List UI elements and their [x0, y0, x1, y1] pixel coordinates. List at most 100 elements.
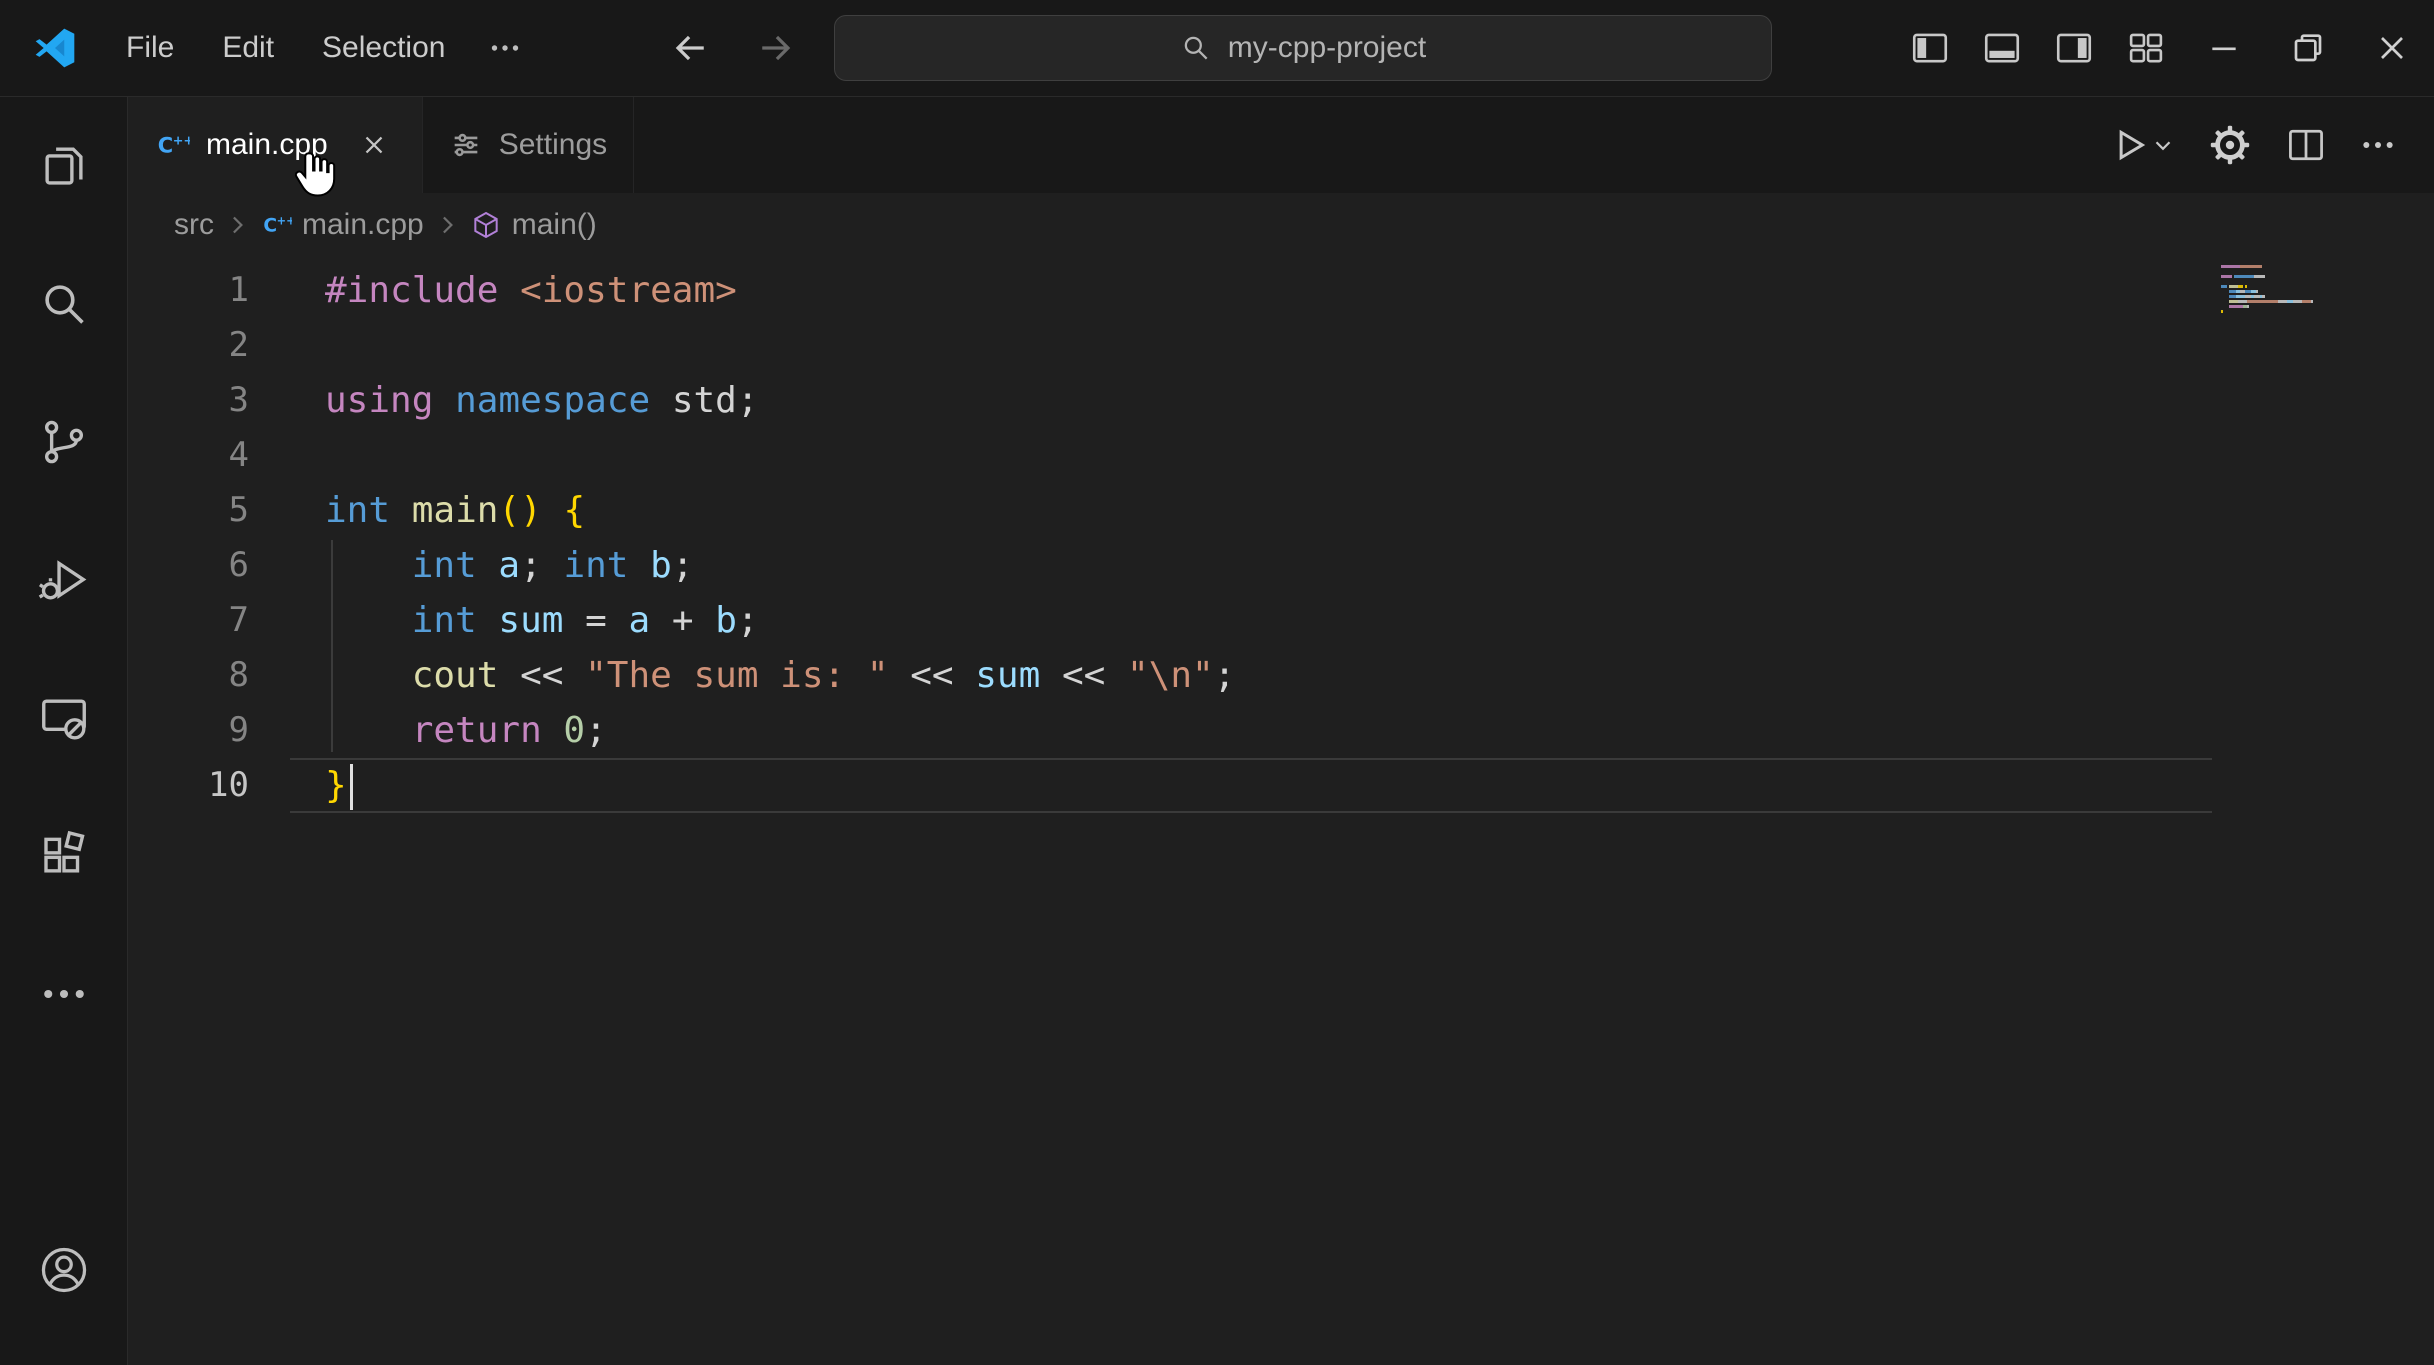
line-number[interactable]: 3: [128, 373, 249, 428]
titlebar-right-controls: [1894, 0, 2434, 96]
line-number[interactable]: 10: [128, 758, 249, 813]
forward-button[interactable]: [746, 18, 806, 78]
code-text: int sum = a + b;: [411, 600, 759, 641]
line-number[interactable]: 2: [128, 318, 249, 373]
breadcrumb-main-cpp[interactable]: C ++ main.cpp: [260, 208, 424, 242]
minimap-line: [2221, 270, 2313, 273]
line-number[interactable]: 9: [128, 703, 249, 758]
search-icon: [37, 277, 91, 331]
activity-extensions-button[interactable]: [0, 787, 127, 925]
code-line[interactable]: 9 return 0;: [128, 703, 2434, 758]
activity-more-button[interactable]: [0, 925, 127, 1063]
code-area[interactable]: 1 #include <iostream> 2 3 using namespace st…: [128, 257, 2434, 1365]
line-number[interactable]: 8: [128, 648, 249, 703]
line-number[interactable]: 1: [128, 263, 249, 318]
breadcrumb-label: main.cpp: [302, 208, 424, 241]
activity-explorer-button[interactable]: [0, 97, 127, 235]
minimize-button[interactable]: [2182, 0, 2266, 96]
line-number[interactable]: 5: [128, 483, 249, 538]
svg-text:C: C: [263, 216, 277, 237]
breadcrumb-label: src: [174, 208, 214, 241]
editor-actions: [2098, 97, 2408, 193]
account-icon: [36, 1242, 92, 1298]
close-icon: [359, 130, 389, 160]
toggle-primary-sidebar-button[interactable]: [1894, 12, 1966, 84]
layout-panel-icon: [1981, 27, 2023, 69]
chevron-right-icon: [432, 210, 462, 240]
vscode-logo-icon: [34, 27, 76, 69]
split-editor-icon: [2284, 123, 2328, 167]
line-number[interactable]: 6: [128, 538, 249, 593]
tab-bar: C ++ main.cpp: [128, 97, 2434, 193]
svg-text:++: ++: [277, 213, 292, 227]
account-button[interactable]: [0, 1201, 127, 1339]
line-number[interactable]: 4: [128, 428, 249, 483]
code-line[interactable]: 3 using namespace std;: [128, 373, 2434, 428]
files-icon: [37, 139, 91, 193]
ellipsis-icon: [37, 967, 91, 1021]
customize-layout-button[interactable]: [2110, 12, 2182, 84]
activity-bar: [0, 97, 128, 1365]
minimap-line: [2221, 305, 2313, 308]
menu-edit[interactable]: Edit: [198, 23, 298, 73]
code-line[interactable]: 10}: [128, 758, 2434, 813]
run-button[interactable]: [2098, 113, 2186, 177]
tab-close-button[interactable]: [352, 123, 396, 167]
titlebar: File Edit Selection my-cpp-project: [0, 0, 2434, 97]
layout-sidebar-left-icon: [1909, 27, 1951, 69]
code-line[interactable]: 8 cout << "The sum is: " << sum << "\n";: [128, 648, 2434, 703]
code-line[interactable]: 5 int main() {: [128, 483, 2434, 538]
command-center-search[interactable]: my-cpp-project: [834, 15, 1772, 81]
chevron-down-icon: [2150, 132, 2176, 158]
activity-run-debug-button[interactable]: [0, 511, 127, 649]
menu-file[interactable]: File: [102, 23, 198, 73]
cpp-file-icon: C ++: [260, 209, 292, 241]
menu-selection[interactable]: Selection: [298, 23, 469, 73]
cpp-file-icon: C ++: [154, 127, 190, 163]
search-icon: [1180, 32, 1212, 64]
minimap-line: [2221, 295, 2313, 298]
minimap[interactable]: [2220, 265, 2313, 313]
arrow-right-icon: [754, 26, 798, 70]
minimap-line: [2221, 300, 2313, 303]
code-text: return 0;: [411, 710, 607, 751]
minimize-icon: [2204, 28, 2244, 68]
close-window-button[interactable]: [2350, 0, 2434, 96]
tab-label: Settings: [498, 128, 608, 161]
toggle-secondary-sidebar-button[interactable]: [2038, 12, 2110, 84]
tab-main-cpp[interactable]: C ++ main.cpp: [128, 97, 423, 193]
close-icon: [2372, 28, 2412, 68]
code-line[interactable]: 1 #include <iostream>: [128, 263, 2434, 318]
extensions-icon: [37, 829, 91, 883]
play-icon: [2108, 124, 2150, 166]
activity-search-button[interactable]: [0, 235, 127, 373]
activity-source-control-button[interactable]: [0, 373, 127, 511]
toggle-panel-button[interactable]: [1966, 12, 2038, 84]
ellipsis-icon: [2358, 125, 2398, 165]
tab-settings[interactable]: Settings: [422, 97, 635, 193]
minimap-line: [2221, 280, 2313, 283]
breadcrumb-main-function[interactable]: main(): [470, 208, 597, 242]
symbol-method-icon: [470, 209, 502, 241]
menu-more-button[interactable]: [469, 22, 541, 74]
code-text: #include <iostream>: [325, 270, 737, 311]
editor-caret: [349, 764, 353, 810]
split-editor-button[interactable]: [2274, 113, 2338, 177]
ellipsis-icon: [487, 30, 523, 66]
back-button[interactable]: [660, 18, 720, 78]
code-line[interactable]: 2: [128, 318, 2434, 373]
code-lines: 1 #include <iostream> 2 3 using namespace st…: [128, 257, 2434, 813]
activity-remote-explorer-button[interactable]: [0, 649, 127, 787]
maximize-button[interactable]: [2266, 0, 2350, 96]
settings-gear-button[interactable]: [2196, 113, 2264, 177]
breadcrumb-src[interactable]: src: [174, 208, 214, 242]
line-number[interactable]: 7: [128, 593, 249, 648]
settings-sliders-icon: [449, 128, 483, 162]
code-line[interactable]: 4: [128, 428, 2434, 483]
menu-bar: File Edit Selection: [102, 22, 541, 74]
command-center-label: my-cpp-project: [1227, 31, 1427, 64]
code-line[interactable]: 7 int sum = a + b;: [128, 593, 2434, 648]
more-actions-button[interactable]: [2348, 113, 2408, 177]
code-line[interactable]: 6 int a; int b;: [128, 538, 2434, 593]
